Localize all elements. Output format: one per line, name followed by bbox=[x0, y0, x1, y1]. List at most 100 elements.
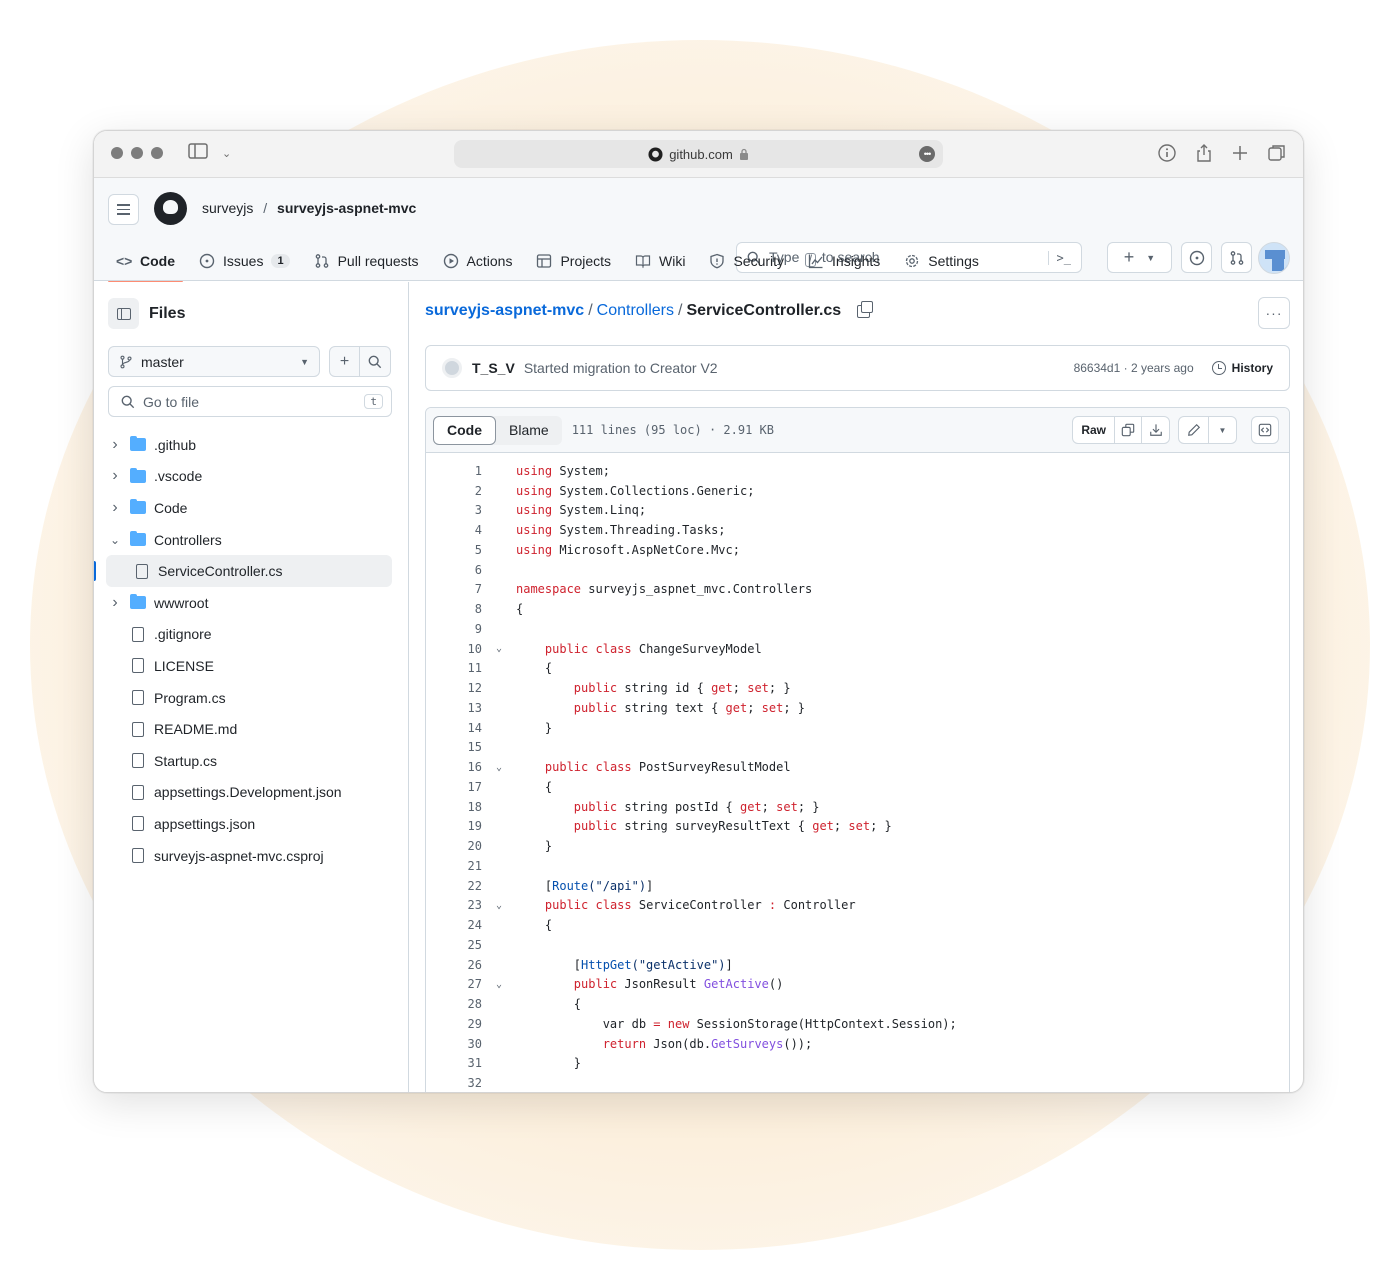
issues-button[interactable] bbox=[1181, 242, 1212, 273]
line-number[interactable]: 19 bbox=[426, 819, 482, 833]
line-number[interactable]: 15 bbox=[426, 740, 482, 754]
line-number[interactable]: 2 bbox=[426, 484, 482, 498]
line-number[interactable]: 18 bbox=[426, 800, 482, 814]
line-number[interactable]: 7 bbox=[426, 582, 482, 596]
commit-author-avatar[interactable] bbox=[442, 358, 462, 378]
user-avatar[interactable] bbox=[1258, 242, 1290, 274]
line-number[interactable]: 24 bbox=[426, 918, 482, 932]
code-view-button[interactable]: Code bbox=[433, 415, 496, 445]
minimize-window-button[interactable] bbox=[131, 147, 143, 159]
breadcrumb-dir-link[interactable]: Controllers bbox=[597, 302, 674, 320]
line-number[interactable]: 9 bbox=[426, 622, 482, 636]
line-number[interactable]: 1 bbox=[426, 464, 482, 478]
tab-insights[interactable]: Insights bbox=[800, 240, 888, 282]
line-number[interactable]: 4 bbox=[426, 523, 482, 537]
collapse-sidebar-icon[interactable] bbox=[108, 298, 139, 329]
tree-file[interactable]: Startup.cs bbox=[100, 745, 392, 777]
tree-file[interactable]: Program.cs bbox=[100, 682, 392, 714]
line-number[interactable]: 5 bbox=[426, 543, 482, 557]
tab-security[interactable]: Security bbox=[701, 240, 792, 282]
tree-file[interactable]: .gitignore bbox=[100, 619, 392, 651]
line-number[interactable]: 14 bbox=[426, 721, 482, 735]
line-number[interactable]: 29 bbox=[426, 1017, 482, 1031]
page-menu-icon[interactable]: ••• bbox=[919, 146, 935, 162]
line-number[interactable]: 8 bbox=[426, 602, 482, 616]
line-number[interactable]: 6 bbox=[426, 563, 482, 577]
repo-name-link[interactable]: surveyjs-aspnet-mvc bbox=[277, 200, 416, 216]
raw-button[interactable]: Raw bbox=[1073, 417, 1115, 443]
tree-folder[interactable]: › Code bbox=[100, 492, 392, 524]
info-icon[interactable] bbox=[1157, 143, 1177, 163]
line-number[interactable]: 16 bbox=[426, 760, 482, 774]
line-number[interactable]: 12 bbox=[426, 681, 482, 695]
tree-folder[interactable]: ⌄ Controllers bbox=[100, 524, 392, 556]
tab-issues[interactable]: Issues 1 bbox=[191, 240, 298, 282]
chevron-down-icon[interactable]: ⌄ bbox=[222, 147, 231, 160]
commit-message[interactable]: Started migration to Creator V2 bbox=[524, 360, 718, 376]
tree-file[interactable]: appsettings.Development.json bbox=[100, 777, 392, 809]
edit-options-button[interactable]: ▼ bbox=[1209, 417, 1236, 443]
commit-author[interactable]: T_S_V bbox=[472, 360, 515, 376]
line-number[interactable]: 27 bbox=[426, 977, 482, 991]
symbols-panel-button[interactable] bbox=[1251, 416, 1279, 444]
line-number[interactable]: 20 bbox=[426, 839, 482, 853]
github-logo-icon[interactable] bbox=[154, 192, 187, 225]
line-number[interactable]: 23 bbox=[426, 898, 482, 912]
chevron-right-icon[interactable]: › bbox=[106, 467, 124, 485]
zoom-window-button[interactable] bbox=[151, 147, 163, 159]
blame-view-button[interactable]: Blame bbox=[496, 416, 562, 445]
tree-folder[interactable]: › wwwroot bbox=[100, 587, 392, 619]
close-window-button[interactable] bbox=[111, 147, 123, 159]
tree-file[interactable]: README.md bbox=[100, 713, 392, 745]
tab-settings[interactable]: Settings bbox=[896, 240, 987, 282]
command-palette-icon[interactable]: >_ bbox=[1047, 250, 1071, 265]
chevron-right-icon[interactable]: › bbox=[106, 436, 124, 454]
tab-code[interactable]: <> Code bbox=[108, 240, 183, 283]
new-tab-icon[interactable] bbox=[1231, 143, 1249, 163]
line-number[interactable]: 21 bbox=[426, 859, 482, 873]
fold-chevron-icon[interactable]: ⌄ bbox=[482, 643, 516, 654]
branch-selector[interactable]: master ▼ bbox=[108, 346, 320, 377]
tab-overview-icon[interactable] bbox=[1267, 143, 1287, 163]
line-number[interactable]: 22 bbox=[426, 879, 482, 893]
commit-sha-time[interactable]: 86634d1 · 2 years ago bbox=[1074, 361, 1194, 375]
fold-chevron-icon[interactable]: ⌄ bbox=[482, 900, 516, 911]
tab-actions[interactable]: Actions bbox=[435, 240, 521, 282]
tab-pull-requests[interactable]: Pull requests bbox=[306, 240, 427, 282]
chevron-down-icon[interactable]: ⌄ bbox=[106, 533, 124, 547]
line-number[interactable]: 17 bbox=[426, 780, 482, 794]
share-icon[interactable] bbox=[1195, 143, 1213, 163]
address-bar[interactable]: github.com ••• bbox=[454, 140, 943, 168]
line-number[interactable]: 13 bbox=[426, 701, 482, 715]
line-number[interactable]: 10 bbox=[426, 642, 482, 656]
search-files-button[interactable] bbox=[360, 346, 391, 377]
history-button[interactable]: History bbox=[1211, 361, 1273, 375]
tree-folder[interactable]: › .vscode bbox=[100, 461, 392, 493]
fold-chevron-icon[interactable]: ⌄ bbox=[482, 979, 516, 990]
menu-button[interactable] bbox=[108, 194, 139, 225]
more-options-button[interactable]: ··· bbox=[1258, 297, 1290, 329]
copy-path-icon[interactable] bbox=[857, 300, 874, 318]
tab-wiki[interactable]: Wiki bbox=[627, 240, 693, 282]
breadcrumb-repo-link[interactable]: surveyjs-aspnet-mvc bbox=[425, 302, 584, 320]
line-number[interactable]: 26 bbox=[426, 958, 482, 972]
line-number[interactable]: 32 bbox=[426, 1076, 482, 1090]
pull-requests-button[interactable] bbox=[1221, 242, 1252, 273]
tab-projects[interactable]: Projects bbox=[528, 240, 619, 282]
tree-folder[interactable]: › .github bbox=[100, 429, 392, 461]
go-to-file-input[interactable]: Go to file t bbox=[108, 386, 392, 417]
copy-raw-button[interactable] bbox=[1115, 417, 1142, 443]
line-number[interactable]: 30 bbox=[426, 1037, 482, 1051]
download-button[interactable] bbox=[1142, 417, 1169, 443]
fold-chevron-icon[interactable]: ⌄ bbox=[482, 762, 516, 773]
chevron-right-icon[interactable]: › bbox=[106, 499, 124, 517]
repo-owner-link[interactable]: surveyjs bbox=[202, 200, 253, 216]
line-number[interactable]: 25 bbox=[426, 938, 482, 952]
line-number[interactable]: 11 bbox=[426, 661, 482, 675]
sidebar-toggle-icon[interactable] bbox=[188, 143, 208, 164]
line-number[interactable]: 28 bbox=[426, 997, 482, 1011]
tree-file[interactable]: appsettings.json bbox=[100, 808, 392, 840]
edit-file-button[interactable] bbox=[1179, 417, 1209, 443]
tree-file[interactable]: ServiceController.cs bbox=[94, 555, 392, 587]
chevron-right-icon[interactable]: › bbox=[106, 594, 124, 612]
